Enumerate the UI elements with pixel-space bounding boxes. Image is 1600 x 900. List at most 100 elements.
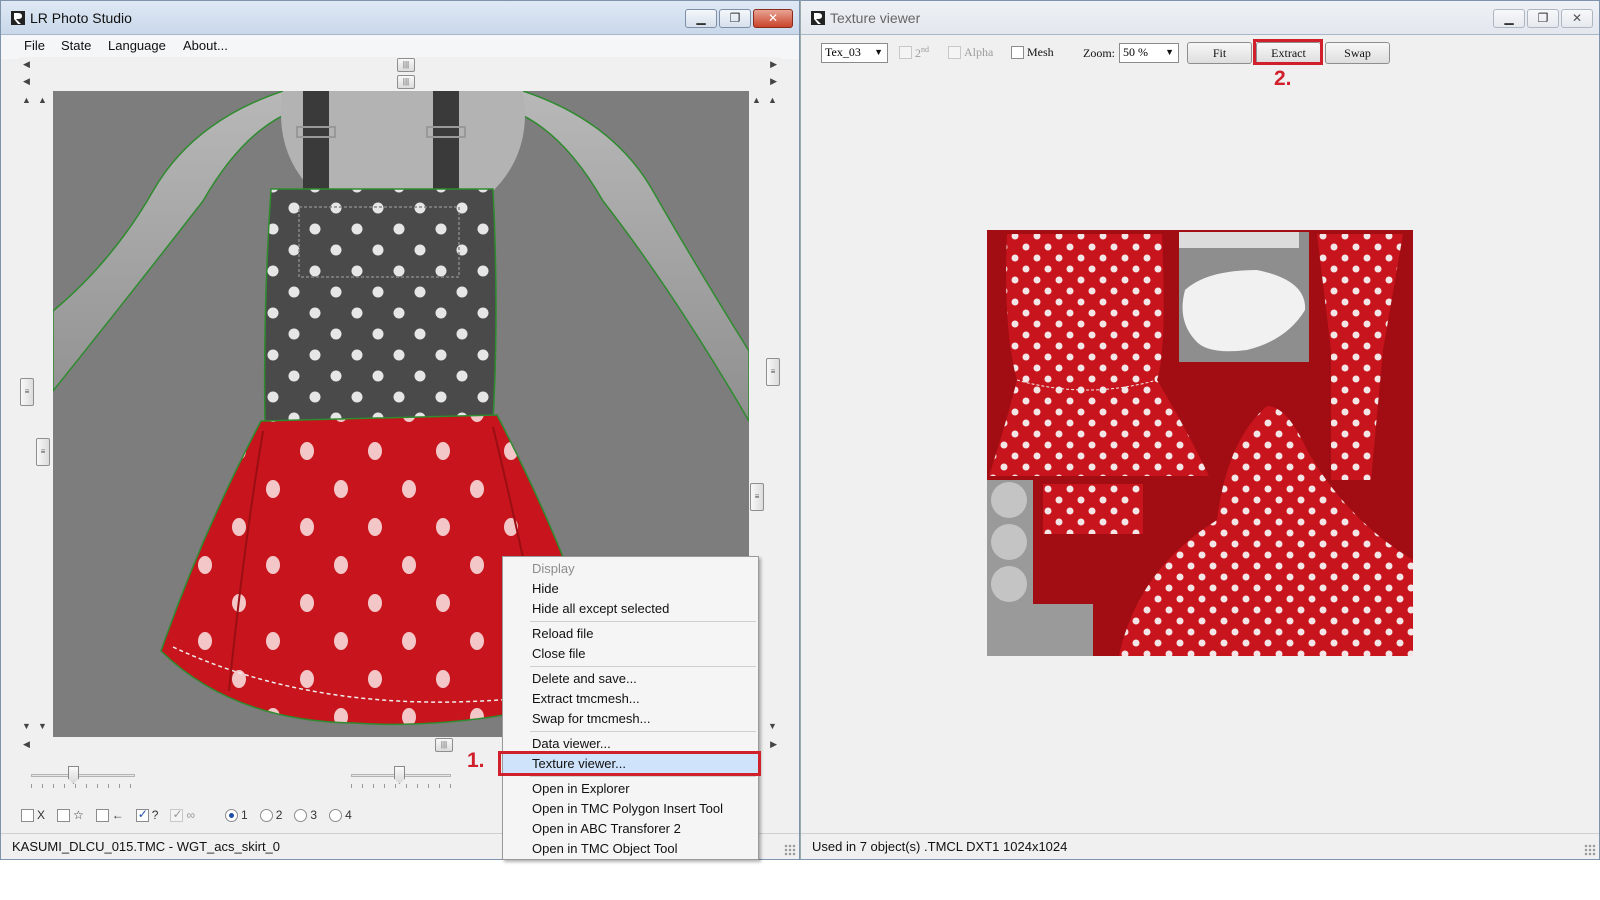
checkbox-arrow[interactable] [95, 808, 109, 822]
close-button[interactable]: ✕ [1561, 9, 1593, 28]
radio-4-label: 4 [345, 808, 352, 822]
scroll-thumb[interactable]: ≡ [36, 438, 50, 466]
radio-3[interactable] [294, 808, 308, 822]
arrow-left-icon: ← [111, 808, 124, 822]
menu-state[interactable]: State [61, 38, 91, 53]
app-icon [11, 11, 25, 25]
scroll-thumb[interactable]: ||| [397, 75, 415, 89]
status-size: 1024x1024 [1003, 839, 1068, 854]
checkbox-alpha-label: Alpha [964, 45, 994, 59]
resize-grip-icon[interactable] [1584, 844, 1596, 856]
texture-preview[interactable] [987, 230, 1413, 656]
radio-1-label: 1 [241, 808, 248, 822]
question-icon: ? [151, 808, 159, 822]
scroll-right-arrow-icon[interactable]: ▶ [770, 739, 777, 750]
checkbox-mesh[interactable] [1011, 46, 1024, 59]
texture-select[interactable]: Tex_03 ▼ [821, 43, 888, 63]
menu-item-open-tmc-polygon-insert-tool[interactable]: Open in TMC Polygon Insert Tool [532, 801, 723, 816]
checkbox-link[interactable] [170, 807, 184, 822]
menu-separator [530, 731, 756, 732]
scroll-left-arrow-icon[interactable]: ◀ [23, 739, 30, 750]
top-horizontal-scrollbar-1[interactable]: ◀ ||| ▶ [19, 57, 781, 73]
texture-select-value: Tex_03 [825, 45, 861, 59]
zoom-select[interactable]: 50 % ▼ [1119, 43, 1179, 63]
menu-item-reload-file[interactable]: Reload file [532, 626, 593, 641]
menu-item-data-viewer[interactable]: Data viewer... [532, 736, 611, 751]
radio-2[interactable] [259, 808, 273, 822]
scroll-down-arrow-icon[interactable]: ▼ [38, 721, 47, 731]
texture-toolbar: Tex_03 ▼ 2nd Alpha Mesh Zoom: 50 % ▼ Fit… [801, 35, 1599, 85]
checkbox-2nd-label: 2nd [915, 45, 929, 61]
scroll-left-arrow-icon[interactable]: ◀ [23, 59, 30, 70]
menu-item-open-abc-transforer[interactable]: Open in ABC Transforer 2 [532, 821, 681, 836]
status-format: .TMCL [924, 839, 963, 854]
minimize-button[interactable]: ▁ [1493, 9, 1525, 28]
texture-status-bar: Used in 7 object(s) .TMCL DXT1 1024x1024 [801, 833, 1599, 859]
scroll-down-arrow-icon[interactable]: ▼ [768, 721, 777, 731]
zoom-slider-left[interactable] [31, 764, 135, 788]
menu-item-extract-tmcmesh[interactable]: Extract tmcmesh... [532, 691, 640, 706]
step1-label: 1. [467, 749, 485, 772]
menu-separator [530, 666, 756, 667]
menu-separator [530, 776, 756, 777]
maximize-button[interactable]: ❐ [1527, 9, 1559, 28]
menu-item-hide-all-except-selected[interactable]: Hide all except selected [532, 601, 669, 616]
menu-language[interactable]: Language [108, 38, 166, 53]
checkbox-question[interactable] [135, 807, 149, 822]
scroll-thumb[interactable]: ||| [435, 738, 453, 752]
slider-knob[interactable] [394, 766, 405, 784]
scroll-thumb[interactable]: ≡ [20, 378, 34, 406]
menu-item-close-file[interactable]: Close file [532, 646, 585, 661]
star-icon: ☆ [73, 808, 84, 822]
status-used-in: Used in 7 object(s) .TMCL DXT1 1024x1024 [812, 839, 1067, 854]
radio-1[interactable] [225, 808, 239, 822]
scroll-thumb[interactable]: ||| [397, 58, 415, 72]
scroll-up-arrow-icon[interactable]: ▲ [22, 95, 31, 105]
checkbox-star[interactable] [57, 808, 71, 822]
scroll-up-arrow-icon[interactable]: ▲ [752, 95, 761, 105]
checkbox-2nd[interactable] [899, 46, 912, 59]
swap-button[interactable]: Swap [1325, 42, 1390, 64]
menu-bar: File State Language About... [1, 35, 799, 59]
step2-highlight-box [1253, 39, 1323, 65]
status-filename: KASUMI_DLCU_015.TMC - WGT_acs_skirt_0 [12, 839, 281, 854]
status-compression: DXT1 [966, 839, 1000, 854]
texture-title-bar[interactable]: Texture viewer ▁ ❐ ✕ [801, 1, 1599, 35]
radio-3-label: 3 [310, 808, 318, 822]
left-vertical-scrollbar-1[interactable]: ▲ ≡ ▼ [19, 93, 35, 733]
left-vertical-scrollbar-2[interactable]: ▲ ≡ ▼ [35, 93, 51, 733]
scroll-right-arrow-icon[interactable]: ▶ [770, 59, 777, 70]
menu-item-hide[interactable]: Hide [532, 581, 559, 596]
zoom-slider-right[interactable] [351, 764, 451, 788]
texture-window-title: Texture viewer [830, 10, 921, 26]
menu-about[interactable]: About... [183, 38, 228, 53]
menu-item-delete-and-save[interactable]: Delete and save... [532, 671, 637, 686]
app-icon [811, 11, 825, 25]
menu-item-display: Display [532, 561, 575, 576]
right-vertical-scrollbar-2[interactable]: ▲ ≡ ▼ [765, 93, 781, 733]
scroll-thumb[interactable]: ≡ [766, 358, 780, 386]
checkbox-x[interactable] [21, 808, 34, 822]
radio-4[interactable] [329, 808, 343, 822]
infinity-icon: ∞ [186, 808, 196, 822]
fit-button[interactable]: Fit [1187, 42, 1252, 64]
menu-item-open-in-explorer[interactable]: Open in Explorer [532, 781, 630, 796]
slider-knob[interactable] [68, 766, 79, 784]
minimize-button[interactable]: ▁ [685, 9, 717, 28]
lr-title-bar[interactable]: LR Photo Studio ▁ ❐ ✕ [1, 1, 799, 35]
menu-file[interactable]: File [24, 38, 45, 53]
scroll-up-arrow-icon[interactable]: ▲ [38, 95, 47, 105]
close-button[interactable]: ✕ [753, 9, 793, 28]
menu-item-open-tmc-object-tool[interactable]: Open in TMC Object Tool [532, 841, 677, 856]
scroll-up-arrow-icon[interactable]: ▲ [768, 95, 777, 105]
resize-grip-icon[interactable] [784, 844, 796, 856]
maximize-button[interactable]: ❐ [719, 9, 751, 28]
scroll-down-arrow-icon[interactable]: ▼ [22, 721, 31, 731]
checkbox-alpha[interactable] [948, 46, 961, 59]
checkbox-mesh-label: Mesh [1027, 45, 1054, 59]
scroll-right-arrow-icon[interactable]: ▶ [770, 76, 777, 87]
scroll-left-arrow-icon[interactable]: ◀ [23, 76, 30, 87]
scroll-thumb[interactable]: ≡ [750, 483, 764, 511]
top-horizontal-scrollbar-2[interactable]: ◀ ||| ▶ [19, 74, 781, 90]
menu-item-swap-for-tmcmesh[interactable]: Swap for tmcmesh... [532, 711, 650, 726]
